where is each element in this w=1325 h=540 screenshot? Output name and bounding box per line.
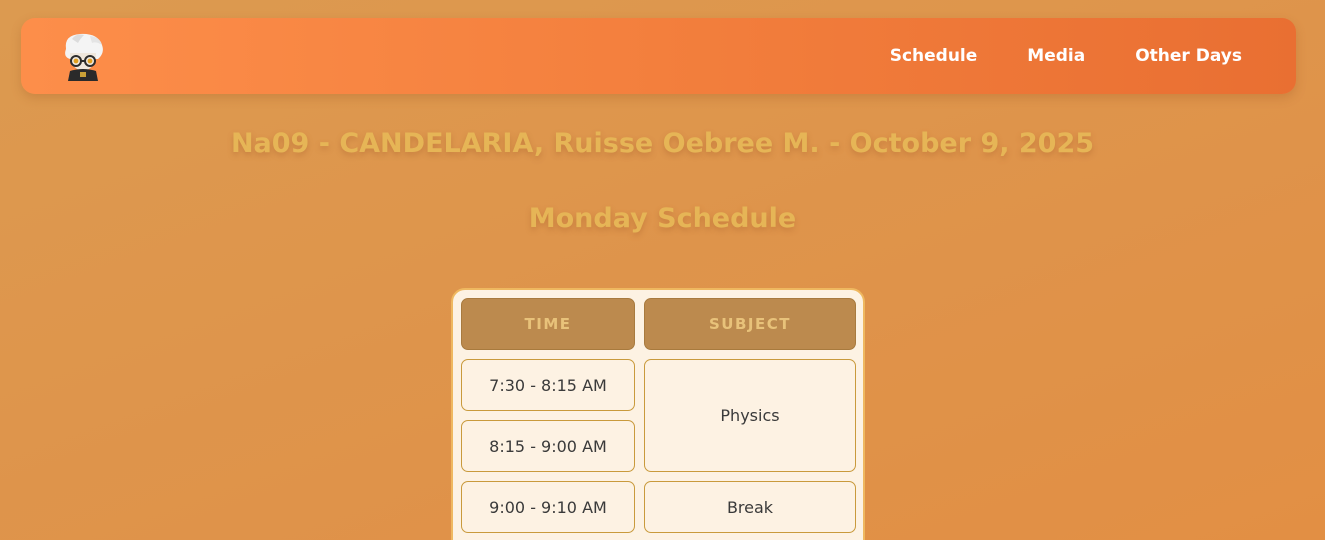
subject-cell: Break: [644, 481, 856, 533]
time-cell: 9:00 - 9:10 AM: [461, 481, 635, 533]
nav-link-other-days[interactable]: Other Days: [1135, 46, 1242, 66]
subject-cell: Physics: [644, 359, 856, 472]
nav-links: Schedule Media Other Days: [890, 18, 1242, 94]
page-title: Na09 - CANDELARIA, Ruisse Oebree M. - Oc…: [230, 128, 1095, 159]
nav-link-schedule[interactable]: Schedule: [890, 46, 978, 66]
nav-link-media[interactable]: Media: [1027, 46, 1085, 66]
time-cell: 8:15 - 9:00 AM: [461, 420, 635, 472]
schedule-table: TIME SUBJECT 7:30 - 8:15 AM Physics 8:15…: [451, 288, 865, 540]
column-header-time: TIME: [461, 298, 635, 350]
navbar: Schedule Media Other Days: [21, 18, 1296, 94]
character-avatar-icon[interactable]: [58, 31, 108, 81]
column-header-subject: SUBJECT: [644, 298, 856, 350]
time-cell: 7:30 - 8:15 AM: [461, 359, 635, 411]
schedule-day-title: Monday Schedule: [528, 203, 797, 234]
